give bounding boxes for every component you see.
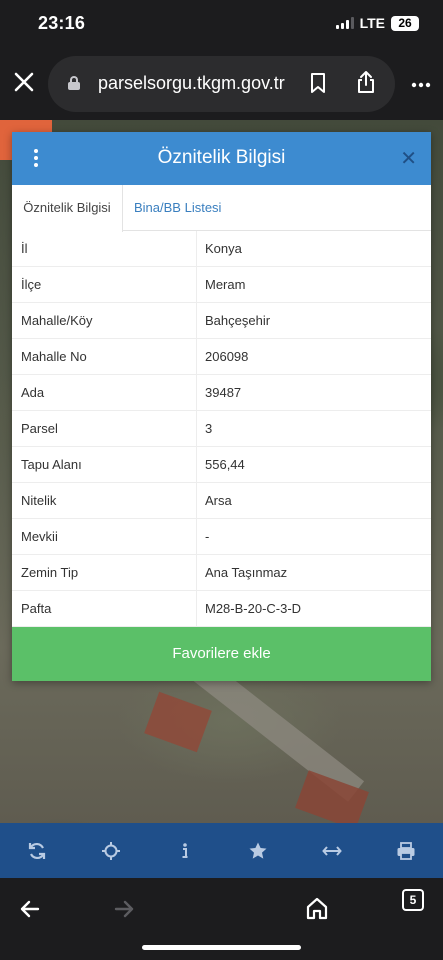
table-row: Zemin Tip Ana Taşınmaz bbox=[12, 555, 431, 591]
panel-header: Öznitelik Bilgisi ✕ bbox=[12, 132, 431, 185]
info-button[interactable] bbox=[165, 831, 205, 871]
row-value: 3 bbox=[205, 421, 213, 436]
battery-icon: 26 bbox=[391, 15, 419, 31]
row-key: Tapu Alanı bbox=[12, 447, 197, 482]
browser-url-row: parselsorgu.tkgm.gov.tr bbox=[0, 50, 443, 120]
panel-title: Öznitelik Bilgisi bbox=[157, 147, 286, 168]
home-icon bbox=[306, 897, 328, 920]
bookmark-icon[interactable] bbox=[310, 73, 326, 93]
table-row: Ada 39487 bbox=[12, 375, 431, 411]
close-browser-button[interactable] bbox=[10, 68, 38, 96]
row-value: Arsa bbox=[205, 493, 232, 508]
cell-signal-icon bbox=[335, 17, 354, 29]
forward-arrow-icon bbox=[114, 900, 134, 918]
row-key: Pafta bbox=[12, 591, 197, 626]
url-text: parselsorgu.tkgm.gov.tr bbox=[98, 73, 285, 93]
refresh-icon bbox=[28, 842, 46, 859]
tabs-button[interactable]: 5 bbox=[402, 889, 424, 911]
row-value: 39487 bbox=[205, 385, 242, 400]
row-key: İlçe bbox=[12, 267, 197, 302]
locate-icon bbox=[101, 841, 120, 860]
table-row: Mevkii - bbox=[12, 519, 431, 555]
status-indicators: LTE 26 bbox=[335, 15, 419, 31]
row-key: Parsel bbox=[12, 411, 197, 446]
back-button[interactable] bbox=[10, 888, 50, 928]
attribute-table: İl Konya İlçe Meram Mahalle/Köy Bahçeşeh… bbox=[12, 231, 431, 627]
row-key: İl bbox=[12, 231, 197, 266]
print-icon bbox=[397, 841, 415, 860]
table-row: Nitelik Arsa bbox=[12, 483, 431, 519]
panel-tabs: Öznitelik Bilgisi Bina/BB Listesi bbox=[12, 185, 431, 232]
refresh-button[interactable] bbox=[17, 831, 57, 871]
row-value: Meram bbox=[205, 277, 246, 292]
star-icon bbox=[249, 842, 267, 859]
table-row: Pafta M28-B-20-C-3-D bbox=[12, 591, 431, 627]
status-bar: 23:16 LTE 26 bbox=[0, 0, 443, 50]
tab-attribute-info[interactable]: Öznitelik Bilgisi bbox=[12, 185, 123, 232]
locate-button[interactable] bbox=[91, 831, 131, 871]
measure-icon bbox=[322, 845, 343, 856]
measure-button[interactable] bbox=[312, 831, 352, 871]
row-value: Ana Taşınmaz bbox=[205, 565, 288, 580]
table-row: Mahalle/Köy Bahçeşehir bbox=[12, 303, 431, 339]
status-time: 23:16 bbox=[38, 13, 86, 33]
row-value: M28-B-20-C-3-D bbox=[205, 601, 302, 616]
row-value: 206098 bbox=[205, 349, 249, 364]
address-bar[interactable]: parselsorgu.tkgm.gov.tr bbox=[48, 56, 395, 112]
network-label: LTE bbox=[359, 15, 385, 31]
map-building bbox=[144, 691, 212, 753]
more-options-button[interactable] bbox=[411, 72, 431, 92]
row-key: Nitelik bbox=[12, 483, 197, 518]
table-row: Parsel 3 bbox=[12, 411, 431, 447]
table-row: İl Konya bbox=[12, 231, 431, 267]
row-value: Bahçeşehir bbox=[205, 313, 271, 328]
row-value: 556,44 bbox=[205, 457, 245, 472]
table-row: Mahalle No 206098 bbox=[12, 339, 431, 375]
row-key: Mahalle No bbox=[12, 339, 197, 374]
panel-close-button[interactable]: ✕ bbox=[400, 146, 417, 171]
more-icon bbox=[411, 82, 431, 88]
row-key: Mahalle/Köy bbox=[12, 303, 197, 338]
tab-building-list[interactable]: Bina/BB Listesi bbox=[134, 185, 221, 231]
share-icon[interactable] bbox=[356, 70, 376, 94]
lock-icon bbox=[68, 76, 80, 90]
info-icon bbox=[182, 842, 188, 858]
home-button[interactable] bbox=[297, 888, 337, 928]
row-value: Konya bbox=[205, 241, 242, 256]
row-key: Mevkii bbox=[12, 519, 197, 554]
table-row: Tapu Alanı 556,44 bbox=[12, 447, 431, 483]
print-button[interactable] bbox=[386, 831, 426, 871]
row-key: Zemin Tip bbox=[12, 555, 197, 590]
back-arrow-icon bbox=[20, 900, 40, 918]
attribute-info-panel: Öznitelik Bilgisi ✕ Öznitelik Bilgisi Bi… bbox=[12, 132, 431, 681]
row-value: - bbox=[205, 529, 210, 544]
table-row: İlçe Meram bbox=[12, 267, 431, 303]
home-indicator bbox=[142, 945, 301, 950]
map-toolbar bbox=[0, 823, 443, 878]
forward-button[interactable] bbox=[104, 888, 144, 928]
add-favorite-button[interactable]: Favorilere ekle bbox=[12, 627, 431, 681]
row-key: Ada bbox=[12, 375, 197, 410]
favorites-button[interactable] bbox=[238, 831, 278, 871]
close-icon bbox=[14, 72, 34, 92]
